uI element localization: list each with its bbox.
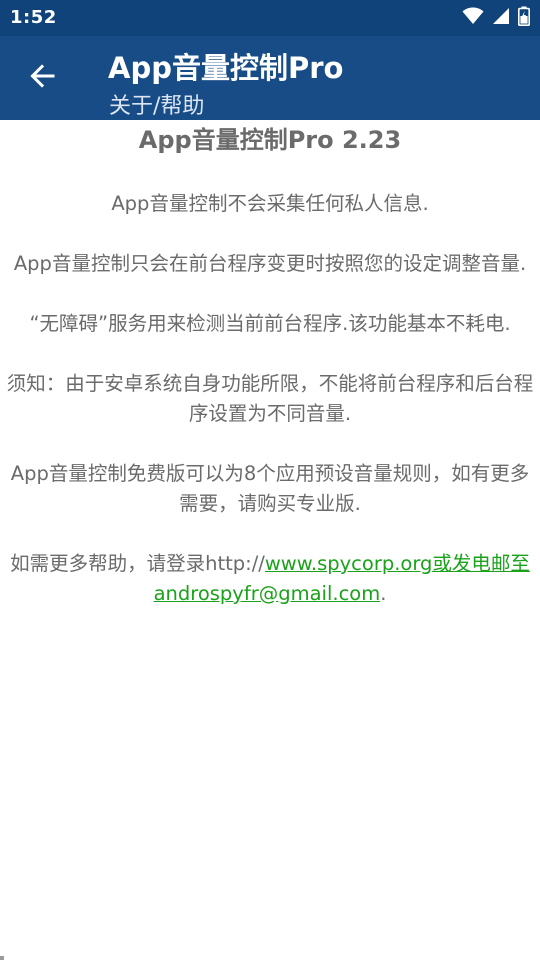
app-bar: App音量控制Pro 关于/帮助 [0,36,540,120]
help-suffix: . [380,582,387,605]
battery-icon [518,6,530,30]
page-subtitle: 关于/帮助 [109,94,205,119]
page-title: App音量控制Pro [108,51,344,85]
accessibility-paragraph: “无障碍”服务用来检测当前前台程序.该功能基本不耗电. [29,312,511,335]
behavior-paragraph: App音量控制只会在前台程序变更时按照您的设定调整音量. [13,252,527,275]
notice-paragraph: 须知：由于安卓系统自身功能所限，不能将前台程序和后台程序设置为不同音量. [6,372,534,425]
arrow-back-icon [29,63,55,93]
signal-icon [492,7,510,29]
free-version-paragraph: App音量控制免费版可以为8个应用预设音量规则，如有更多需要，请购买专业版. [10,462,530,515]
status-bar: 1:52 [0,0,540,36]
status-time: 1:52 [10,7,57,28]
privacy-paragraph: App音量控制不会采集任何私人信息. [111,192,429,215]
wifi-icon [462,7,484,29]
help-prefix: 如需更多帮助，请登录http:// [10,552,265,575]
status-icons [462,6,530,30]
corner-mark [0,956,4,960]
version-heading: App音量控制Pro 2.23 [138,126,402,154]
help-paragraph: 如需更多帮助，请登录http://www.spycorp.org或发电邮至and… [0,549,540,609]
about-content: App音量控制Pro 2.23 App音量控制不会采集任何私人信息. App音量… [0,120,540,609]
back-button[interactable] [18,56,66,100]
